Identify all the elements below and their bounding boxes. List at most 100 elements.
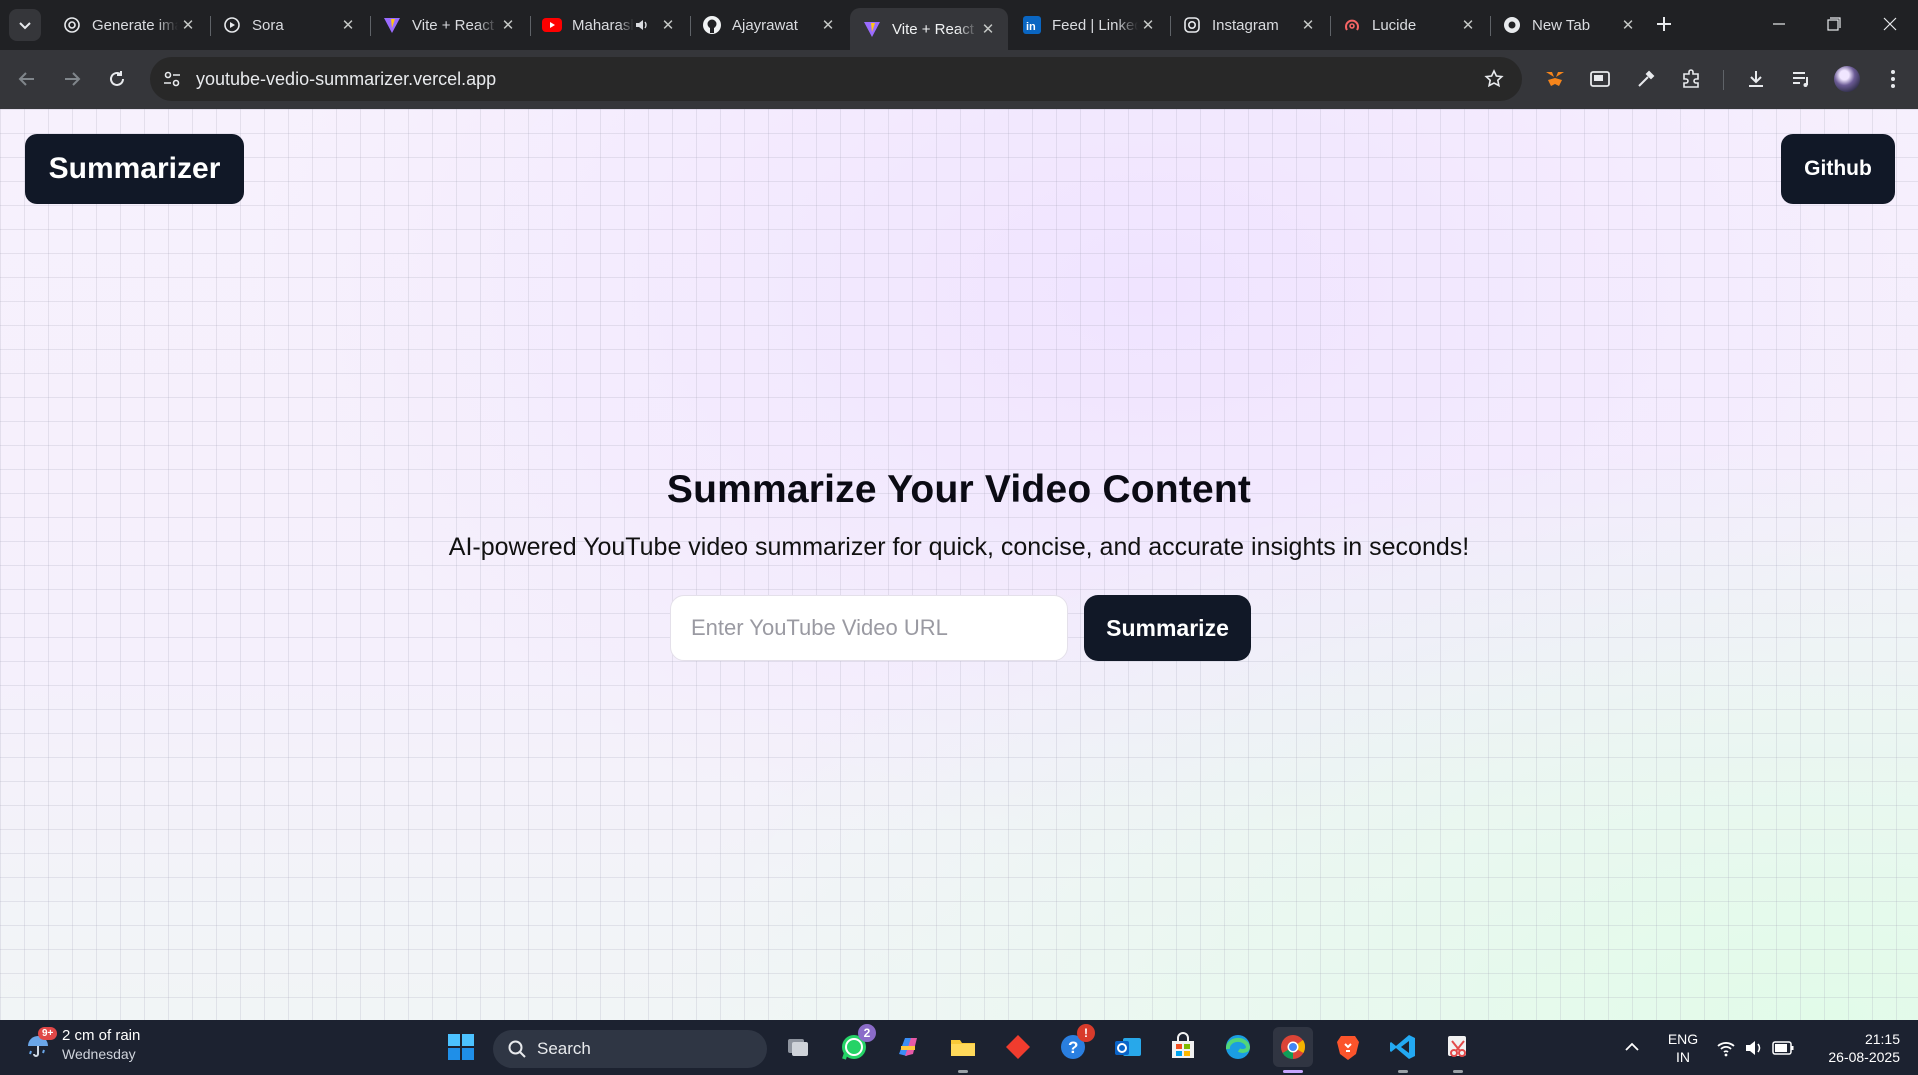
tab-youtube[interactable]: Maharashtra ✕ xyxy=(530,8,688,42)
github-button[interactable]: Github xyxy=(1781,134,1895,204)
weather-widget[interactable]: 9+ 2 cm of rain Wednesday xyxy=(22,1026,140,1064)
wifi-icon xyxy=(1717,1041,1735,1056)
profile-avatar[interactable] xyxy=(1834,66,1860,92)
tab-generate-images[interactable]: Generate images ✕ xyxy=(50,8,208,42)
close-icon[interactable]: ✕ xyxy=(1618,15,1638,35)
vscode-app[interactable] xyxy=(1383,1027,1423,1067)
tab-new-tab[interactable]: New Tab ✕ xyxy=(1490,8,1648,42)
windows-taskbar: 9+ 2 cm of rain Wednesday Search 2 ? ! E… xyxy=(0,1020,1918,1075)
volume-icon xyxy=(1746,1040,1761,1055)
tab-github[interactable]: Ajayrawat ✕ xyxy=(690,8,848,42)
hero-subtitle: AI-powered YouTube video summarizer for … xyxy=(448,533,1470,561)
restore-icon xyxy=(1827,17,1841,31)
sora-icon xyxy=(222,15,242,35)
media-controls-icon[interactable] xyxy=(1784,62,1818,96)
get-help-app[interactable]: ? ! xyxy=(1053,1024,1095,1067)
show-hidden-icons-button[interactable] xyxy=(1612,1027,1652,1067)
browser-toolbar: youtube-vedio-summarizer.vercel.app xyxy=(0,50,1918,109)
svg-text:?: ? xyxy=(1068,1038,1078,1057)
download-icon[interactable] xyxy=(1739,62,1773,96)
windows-start-icon xyxy=(448,1034,474,1060)
openai-icon xyxy=(62,15,82,35)
reload-button[interactable] xyxy=(100,62,134,96)
vite-icon xyxy=(862,19,882,39)
tab-title: Generate images xyxy=(92,16,178,34)
search-icon xyxy=(507,1039,527,1059)
youtube-url-input[interactable] xyxy=(670,595,1068,661)
reload-icon xyxy=(110,71,124,86)
battery-icon xyxy=(1772,1040,1794,1055)
close-icon[interactable]: ✕ xyxy=(1138,15,1158,35)
close-icon[interactable]: ✕ xyxy=(818,15,838,35)
weather-badge: 9+ xyxy=(38,1027,58,1040)
close-window-button[interactable] xyxy=(1862,0,1918,48)
tab-lucide[interactable]: Lucide ✕ xyxy=(1330,8,1488,42)
picture-in-picture-icon[interactable] xyxy=(1583,62,1617,96)
tab-search-button[interactable] xyxy=(9,9,41,41)
tab-vite-react[interactable]: Vite + React ✕ xyxy=(370,8,528,42)
address-bar[interactable]: youtube-vedio-summarizer.vercel.app xyxy=(150,57,1522,101)
summarize-button[interactable]: Summarize xyxy=(1084,595,1251,661)
svg-text:in: in xyxy=(1026,21,1036,33)
close-icon[interactable]: ✕ xyxy=(498,15,518,35)
copilot-icon xyxy=(899,1038,917,1056)
tab-instagram[interactable]: Instagram ✕ xyxy=(1170,8,1328,42)
tab-title: Ajayrawat xyxy=(732,16,798,34)
tab-linkedin[interactable]: in Feed | LinkedIn ✕ xyxy=(1010,8,1168,42)
tab-sora[interactable]: Sora ✕ xyxy=(210,8,368,42)
copilot-app[interactable] xyxy=(888,1027,928,1067)
bookmark-star-icon[interactable] xyxy=(1474,59,1514,99)
start-button[interactable] xyxy=(441,1027,481,1067)
whatsapp-app[interactable]: 2 xyxy=(834,1024,876,1067)
running-indicator xyxy=(1453,1070,1463,1073)
instagram-icon xyxy=(1182,15,1202,35)
close-icon[interactable]: ✕ xyxy=(178,15,198,35)
tab-vite-react-active[interactable]: Vite + React ✕ xyxy=(850,8,1008,50)
file-explorer-app[interactable] xyxy=(943,1027,983,1067)
minimize-button[interactable] xyxy=(1751,0,1807,48)
close-icon[interactable]: ✕ xyxy=(658,15,678,35)
snipping-tool-app[interactable] xyxy=(1438,1027,1478,1067)
microsoft-store-app[interactable] xyxy=(1163,1027,1203,1067)
restore-button[interactable] xyxy=(1806,0,1862,48)
search-label: Search xyxy=(537,1039,591,1058)
site-info-icon[interactable] xyxy=(152,59,192,99)
tab-title: New Tab xyxy=(1532,16,1591,34)
summarizer-logo-button[interactable]: Summarizer xyxy=(25,134,244,204)
plus-icon xyxy=(1657,17,1671,31)
address-url[interactable]: youtube-vedio-summarizer.vercel.app xyxy=(196,69,1474,90)
system-tray[interactable] xyxy=(1716,1020,1794,1075)
language-indicator[interactable]: ENG IN xyxy=(1665,1030,1701,1066)
close-icon[interactable]: ✕ xyxy=(1298,15,1318,35)
edge-icon xyxy=(1225,1035,1251,1059)
outlook-app[interactable] xyxy=(1108,1027,1148,1067)
close-icon[interactable]: ✕ xyxy=(1458,15,1478,35)
new-tab-button[interactable] xyxy=(1650,10,1678,38)
tab-title: Sora xyxy=(252,16,284,34)
back-button[interactable] xyxy=(10,62,44,96)
chrome-menu-icon[interactable] xyxy=(1876,62,1910,96)
minimize-icon xyxy=(1773,23,1785,25)
whatsapp-badge: 2 xyxy=(858,1024,876,1042)
edge-app[interactable] xyxy=(1218,1027,1258,1067)
chrome-icon xyxy=(1281,1035,1306,1059)
extensions-puzzle-icon[interactable] xyxy=(1674,62,1708,96)
taskbar-search[interactable]: Search xyxy=(493,1030,767,1068)
tab-title: Vite + React xyxy=(892,20,974,38)
task-view-button[interactable] xyxy=(778,1027,818,1067)
chrome-app[interactable] xyxy=(1273,1027,1313,1067)
eyedropper-icon[interactable] xyxy=(1629,62,1663,96)
running-indicator xyxy=(958,1070,968,1073)
forward-button[interactable] xyxy=(55,62,89,96)
brave-app[interactable] xyxy=(1328,1027,1368,1067)
clock[interactable]: 21:15 26-08-2025 xyxy=(1812,1030,1900,1066)
close-icon[interactable]: ✕ xyxy=(978,19,998,39)
page-content: Summarizer Github Summarize Your Video C… xyxy=(0,109,1918,1020)
rain-umbrella-icon: 9+ xyxy=(22,1027,58,1061)
speaker-icon[interactable] xyxy=(634,17,650,33)
git-app[interactable] xyxy=(998,1027,1038,1067)
close-icon[interactable]: ✕ xyxy=(338,15,358,35)
diamond-app-icon xyxy=(1006,1035,1030,1059)
vite-icon xyxy=(382,15,402,35)
metamask-extension-icon[interactable] xyxy=(1538,62,1572,96)
